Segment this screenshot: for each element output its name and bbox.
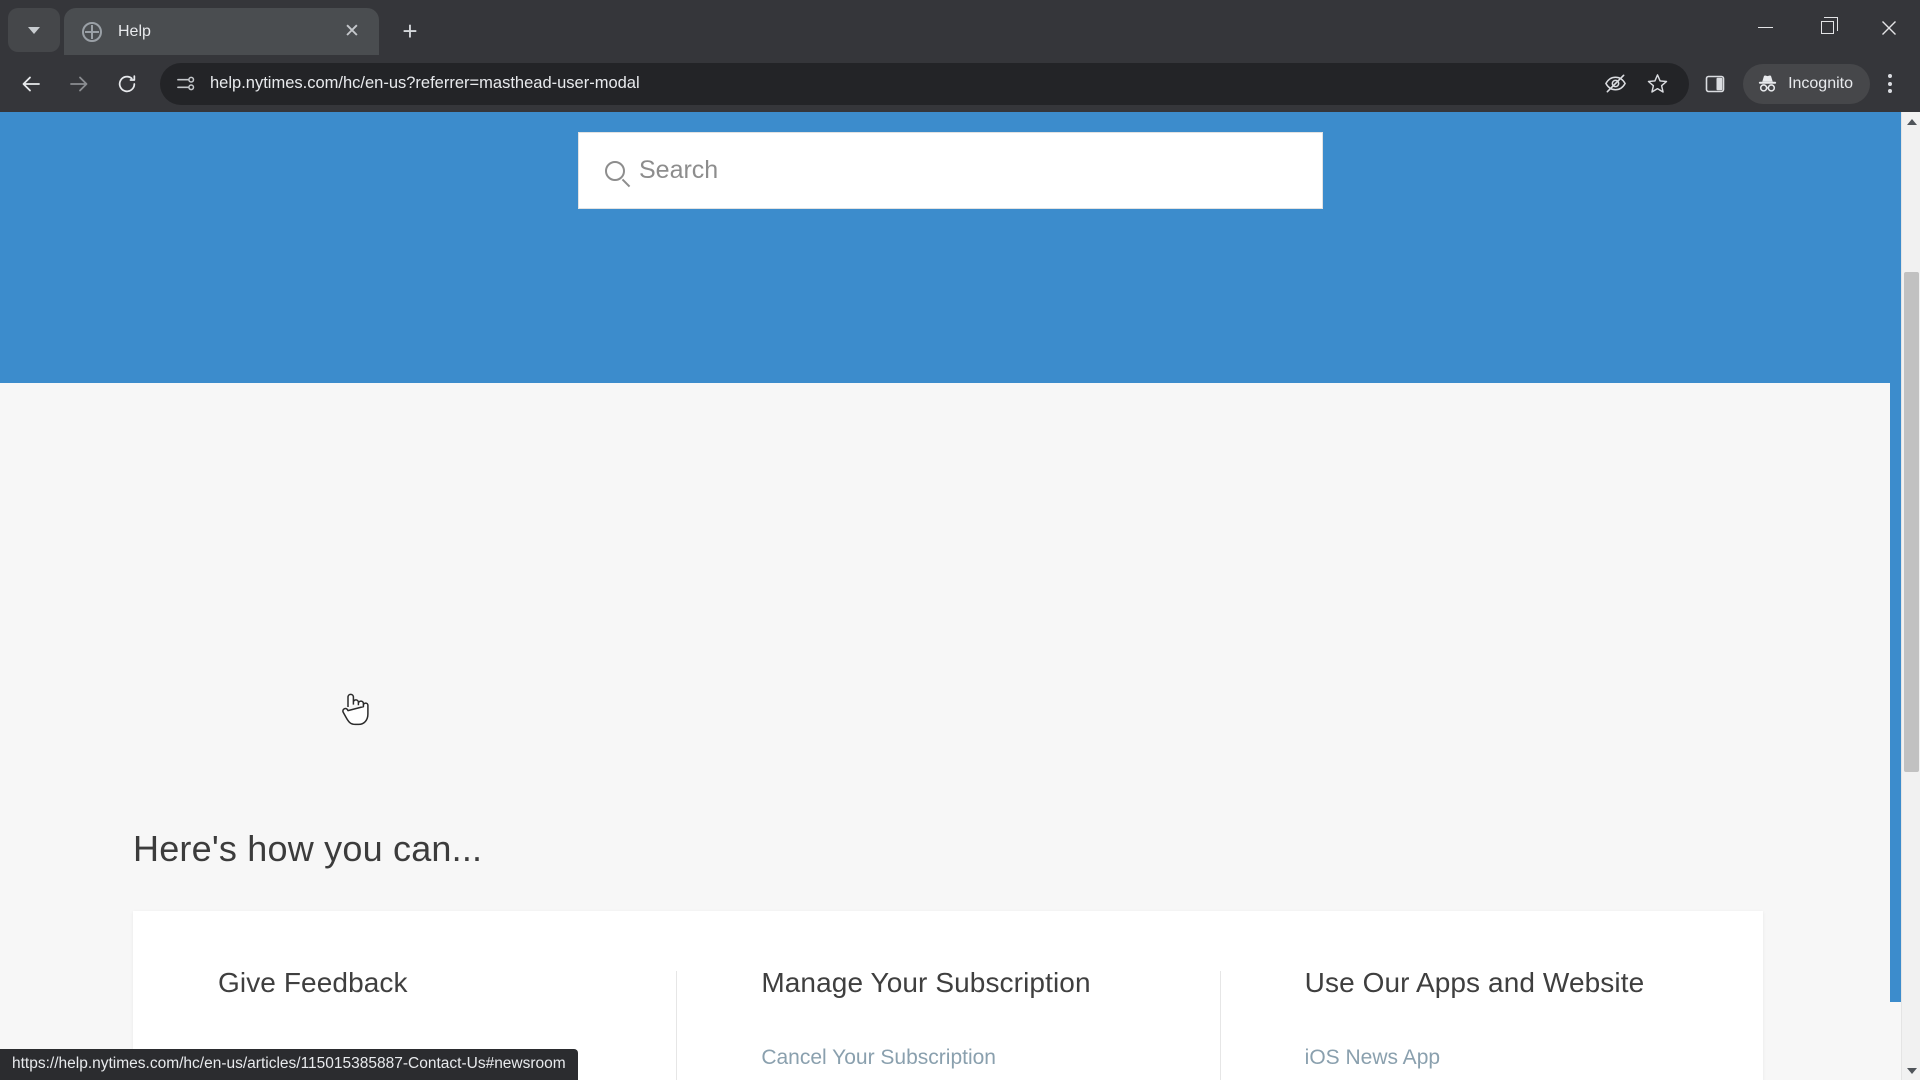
list-item: iOS News App [1305,1042,1763,1074]
new-tab-button[interactable]: + [391,12,429,50]
page-title: Here's how you can... [133,828,483,869]
omnibox-actions [1595,64,1677,104]
forward-arrow-icon [70,76,88,91]
reload-icon [118,74,136,92]
tab-title: Help [118,22,151,40]
url-text[interactable]: help.nytimes.com/hc/en-us?referrer=masth… [202,74,1595,93]
tracking-protection-button[interactable] [1595,64,1635,104]
incognito-indicator[interactable]: Incognito [1743,63,1870,104]
close-icon[interactable]: ✕ [339,19,365,45]
vertical-scrollbar[interactable] [1901,112,1920,1080]
address-bar[interactable]: help.nytimes.com/hc/en-us?referrer=masth… [160,62,1690,105]
column-heading: Give Feedback [218,967,408,998]
star-icon [1647,74,1667,93]
help-search-box[interactable]: Search [578,132,1323,209]
side-panel-icon [1705,75,1725,92]
page-viewport: Search Here's how you can... Give Feedba… [0,112,1920,1080]
site-settings-icon [176,76,194,91]
hero-banner: Search [0,112,1901,383]
side-panel-button[interactable] [1695,64,1735,104]
scroll-up-button[interactable] [1902,112,1920,131]
status-bar-link-preview: https://help.nytimes.com/hc/en-us/articl… [0,1049,578,1080]
forward-button[interactable] [58,63,100,105]
globe-icon [82,21,102,42]
page-content: Search Here's how you can... Give Feedba… [0,112,1901,1080]
bookmark-button[interactable] [1637,64,1677,104]
page-side-rail [1890,142,1901,1002]
browser-tab[interactable]: Help ✕ [64,8,379,55]
three-dot-menu-icon [1888,74,1892,93]
window-controls [1734,0,1920,55]
help-link-cancel-your-subscription[interactable]: Cancel Your Subscription [761,1046,996,1069]
help-content: Here's how you can... Give Feedback Cont… [0,383,1901,1080]
list-item: Cancel Your Subscription [761,1042,1219,1074]
eye-off-icon [1604,74,1626,93]
help-column-use-our-apps-and-website: Use Our Apps and Website iOS News App An… [1219,967,1763,1080]
triangle-up-icon [1906,118,1917,125]
help-link-ios-news-app[interactable]: iOS News App [1305,1046,1440,1069]
tab-strip: Help ✕ + [0,0,1920,55]
close-icon [1882,20,1896,35]
reload-button[interactable] [106,63,148,105]
browser-window: Help ✕ + help.nytimes.com/hc/en-us?refer… [0,0,1920,1080]
help-column-manage-your-subscription: Manage Your Subscription Cancel Your Sub… [676,967,1219,1080]
tab-search-button[interactable] [8,8,60,52]
site-settings-button[interactable] [168,67,202,101]
restore-icon [1820,17,1838,34]
scroll-down-button[interactable] [1902,1061,1920,1080]
scrollbar-thumb[interactable] [1904,272,1919,772]
column-heading: Use Our Apps and Website [1304,967,1645,998]
minimize-icon [1757,26,1773,29]
triangle-down-icon [1906,1067,1917,1074]
search-placeholder: Search [639,156,719,184]
search-icon [605,160,625,181]
incognito-label: Incognito [1788,74,1853,92]
close-window-button[interactable] [1858,0,1920,55]
back-button[interactable] [10,63,52,105]
column-heading: Manage Your Subscription [761,967,1091,998]
restore-button[interactable] [1796,0,1858,55]
browser-menu-button[interactable] [1870,64,1910,104]
help-link-list: Cancel Your Subscription Report a Delive… [761,1042,1219,1080]
help-link-list: iOS News App Android News App Log In to … [1305,1042,1763,1080]
incognito-hat-icon [1758,75,1777,92]
back-arrow-icon [22,76,40,91]
chevron-down-icon [28,26,40,34]
browser-toolbar: help.nytimes.com/hc/en-us?referrer=masth… [0,55,1920,112]
minimize-button[interactable] [1734,0,1796,55]
